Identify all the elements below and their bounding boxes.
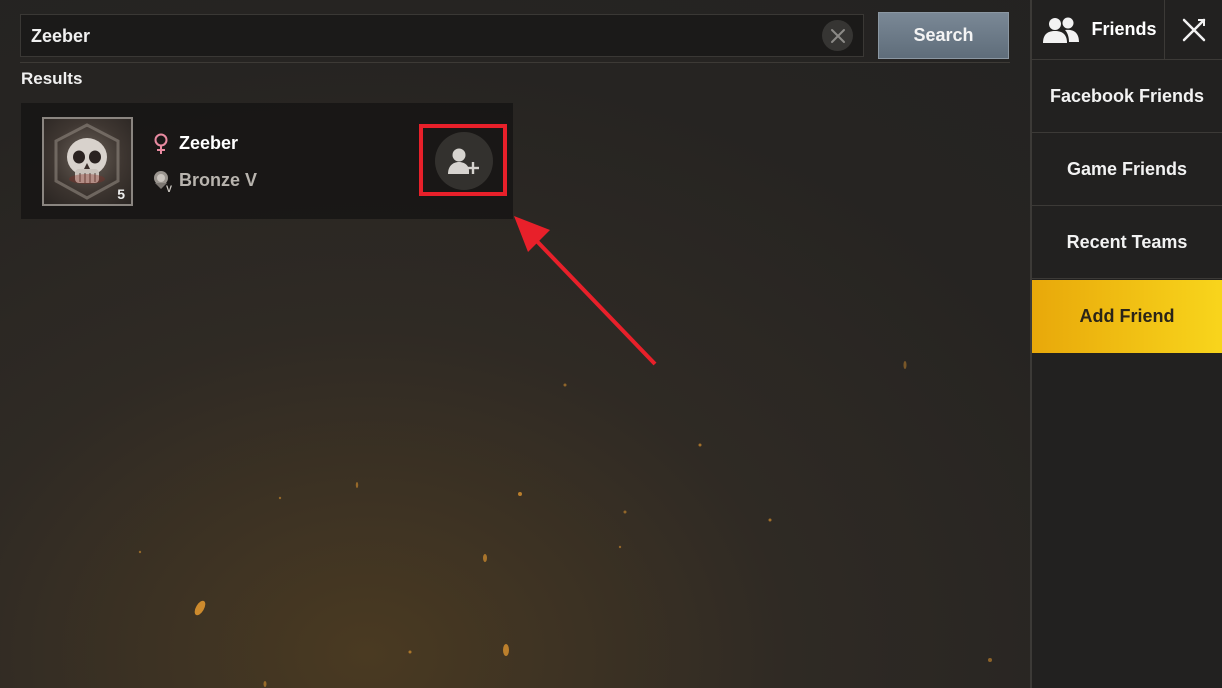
search-box [20, 14, 864, 58]
bronze-rank-icon: V [154, 171, 172, 193]
clear-search-button[interactable] [822, 20, 853, 51]
player-rank: Bronze V [179, 170, 258, 190]
player-name: Zeeber [179, 133, 239, 153]
friends-header: Friends [1032, 0, 1164, 59]
divider [20, 62, 1010, 63]
player-avatar[interactable]: 5 [42, 117, 133, 206]
player-level: 5 [117, 186, 125, 202]
nav-add-friend[interactable]: Add Friend [1032, 280, 1222, 353]
highlight-box [419, 124, 507, 196]
nav-recent-teams[interactable]: Recent Teams [1032, 206, 1222, 279]
svg-text:V: V [166, 184, 172, 193]
close-icon [830, 28, 845, 43]
search-button[interactable]: Search [878, 12, 1009, 59]
search-input[interactable] [29, 15, 813, 58]
panel-header: Friends [1032, 0, 1222, 60]
nav-facebook-friends[interactable]: Facebook Friends [1032, 60, 1222, 133]
results-label: Results [21, 69, 83, 88]
nav-game-friends[interactable]: Game Friends [1032, 133, 1222, 206]
female-icon [154, 133, 168, 154]
close-panel-button[interactable] [1165, 0, 1222, 59]
panel-title: Friends [1091, 19, 1157, 39]
main-content: Search Results 5 Zeeb [0, 0, 1030, 688]
pointer-arrow [514, 216, 657, 366]
friends-side-panel: Friends Facebook Friends Game Friends Re… [1030, 0, 1222, 688]
close-icon [1182, 18, 1205, 41]
friends-icon [1043, 17, 1080, 43]
